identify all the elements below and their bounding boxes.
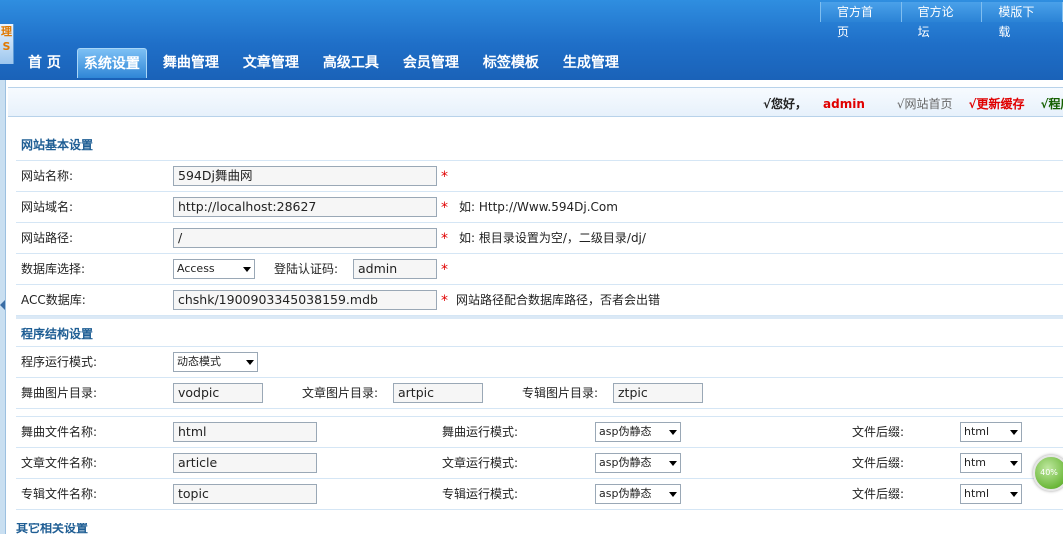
run-mode-label: 程序运行模式: bbox=[21, 355, 98, 369]
file-ext-label: 文件后缀: bbox=[852, 425, 905, 439]
nav-members[interactable]: 会员管理 bbox=[403, 48, 459, 78]
chevron-down-icon bbox=[669, 492, 677, 497]
topic-img-input[interactable]: ztpic bbox=[613, 383, 703, 403]
nav-music[interactable]: 舞曲管理 bbox=[163, 48, 219, 78]
file-name-label: 专辑文件名称: bbox=[21, 487, 98, 501]
file-name-label: 舞曲文件名称: bbox=[21, 425, 98, 439]
required-mark: * bbox=[441, 293, 448, 309]
chevron-down-icon bbox=[669, 430, 677, 435]
file-ext-select[interactable]: htm bbox=[960, 453, 1022, 473]
nav-advanced-tools[interactable]: 高级工具 bbox=[323, 48, 379, 78]
top-link-forum[interactable]: 官方论坛 bbox=[902, 2, 983, 39]
chevron-down-icon bbox=[669, 461, 677, 466]
db-select[interactable]: Access bbox=[173, 259, 255, 279]
row-spacer bbox=[16, 409, 1063, 417]
acc-db-input[interactable]: chshk/1900903345038159.mdb bbox=[173, 290, 437, 310]
row-topic-files: 专辑文件名称: topic 专辑运行模式: asp伪静态 文件后缀: html bbox=[16, 479, 1063, 510]
path-label: 网站路径: bbox=[21, 231, 74, 245]
section-structure-title: 程序结构设置 bbox=[16, 316, 1063, 347]
row-run-mode: 程序运行模式: 动态模式 bbox=[16, 347, 1063, 378]
info-bar: √您好，admin √网站首页 √更新缓存 √程序升级 bbox=[8, 87, 1063, 117]
nav-system-settings[interactable]: 系统设置 bbox=[76, 48, 147, 78]
music-img-label: 舞曲图片目录: bbox=[21, 386, 98, 400]
file-mode-select[interactable]: asp伪静态 bbox=[595, 484, 681, 504]
row-acc-db: ACC数据库: chshk/1900903345038159.mdb * 网站路… bbox=[16, 285, 1063, 316]
required-mark: * bbox=[441, 231, 448, 247]
file-mode-select[interactable]: asp伪静态 bbox=[595, 453, 681, 473]
refresh-cache-link[interactable]: √更新缓存 bbox=[969, 95, 1025, 112]
login-code-label: 登陆认证码: bbox=[274, 262, 339, 276]
file-name-input[interactable]: article bbox=[173, 453, 317, 473]
topic-img-label: 专辑图片目录: bbox=[522, 386, 599, 400]
site-home-link[interactable]: √网站首页 bbox=[897, 95, 953, 112]
required-mark: * bbox=[441, 169, 448, 185]
row-music-files: 舞曲文件名称: html 舞曲运行模式: asp伪静态 文件后缀: html bbox=[16, 417, 1063, 448]
progress-badge: 40% bbox=[1033, 455, 1063, 491]
top-link-templates[interactable]: 模版下载 bbox=[982, 2, 1063, 39]
file-name-input[interactable]: html bbox=[173, 422, 317, 442]
acc-label: ACC数据库: bbox=[21, 293, 86, 307]
row-site-name: 网站名称: 594Dj舞曲网 * bbox=[16, 161, 1063, 192]
site-name-label: 网站名称: bbox=[21, 169, 74, 183]
login-code-input[interactable]: admin bbox=[353, 259, 437, 279]
row-database: 数据库选择: Access 登陆认证码: admin * bbox=[16, 254, 1063, 285]
top-links: 官方首页 官方论坛 模版下载 bbox=[820, 2, 1063, 39]
article-img-label: 文章图片目录: bbox=[302, 386, 379, 400]
row-image-dirs: 舞曲图片目录: vodpic 文章图片目录: artpic 专辑图片目录: zt… bbox=[16, 378, 1063, 409]
chevron-down-icon bbox=[246, 360, 254, 365]
file-ext-label: 文件后缀: bbox=[852, 456, 905, 470]
logo: 理S bbox=[0, 24, 14, 64]
file-name-label: 文章文件名称: bbox=[21, 456, 98, 470]
article-img-input[interactable]: artpic bbox=[393, 383, 483, 403]
domain-label: 网站域名: bbox=[21, 200, 74, 214]
chevron-down-icon bbox=[1010, 430, 1018, 435]
section-other-title: 其它相关设置 bbox=[16, 523, 89, 534]
row-domain: 网站域名: http://localhost:28627 * 如: Http:/… bbox=[16, 192, 1063, 223]
file-ext-select[interactable]: html bbox=[960, 422, 1022, 442]
domain-input[interactable]: http://localhost:28627 bbox=[173, 197, 437, 217]
nav-tag-templates[interactable]: 标签模板 bbox=[483, 48, 539, 78]
username: admin bbox=[823, 97, 865, 111]
path-hint: 如: 根目录设置为空/，二级目录/dj/ bbox=[459, 231, 646, 245]
chevron-down-icon bbox=[1010, 461, 1018, 466]
file-ext-select[interactable]: html bbox=[960, 484, 1022, 504]
upgrade-link[interactable]: √程序升级 bbox=[1041, 95, 1063, 112]
path-input[interactable]: / bbox=[173, 228, 437, 248]
file-mode-label: 文章运行模式: bbox=[442, 456, 519, 470]
site-name-input[interactable]: 594Dj舞曲网 bbox=[173, 166, 437, 186]
required-mark: * bbox=[441, 262, 448, 278]
file-mode-select[interactable]: asp伪静态 bbox=[595, 422, 681, 442]
main-nav: 首 页 系统设置 舞曲管理 文章管理 高级工具 会员管理 标签模板 生成管理 bbox=[28, 48, 643, 78]
domain-hint: 如: Http://Www.594Dj.Com bbox=[459, 200, 618, 214]
file-ext-label: 文件后缀: bbox=[852, 487, 905, 501]
nav-home[interactable]: 首 页 bbox=[28, 48, 61, 78]
nav-articles[interactable]: 文章管理 bbox=[243, 48, 299, 78]
db-label: 数据库选择: bbox=[21, 262, 86, 276]
file-mode-label: 舞曲运行模式: bbox=[442, 425, 519, 439]
file-mode-label: 专辑运行模式: bbox=[442, 487, 519, 501]
row-path: 网站路径: / * 如: 根目录设置为空/，二级目录/dj/ bbox=[16, 223, 1063, 254]
nav-generate[interactable]: 生成管理 bbox=[563, 48, 619, 78]
file-name-input[interactable]: topic bbox=[173, 484, 317, 504]
run-mode-select[interactable]: 动态模式 bbox=[173, 352, 258, 372]
chevron-down-icon bbox=[243, 267, 251, 272]
required-mark: * bbox=[441, 200, 448, 216]
collapse-arrow-icon[interactable] bbox=[0, 300, 5, 310]
section-basic-title: 网站基本设置 bbox=[16, 130, 1063, 161]
greeting: √您好， admin bbox=[763, 97, 865, 111]
acc-hint: 网站路径配合数据库路径，否者会出错 bbox=[456, 293, 661, 307]
row-article-files: 文章文件名称: article 文章运行模式: asp伪静态 文件后缀: htm bbox=[16, 448, 1063, 479]
music-img-input[interactable]: vodpic bbox=[173, 383, 263, 403]
chevron-down-icon bbox=[1010, 492, 1018, 497]
settings-form: 网站基本设置 网站名称: 594Dj舞曲网 * 网站域名: http://loc… bbox=[16, 130, 1063, 510]
top-link-home[interactable]: 官方首页 bbox=[821, 2, 902, 39]
header: 理S 官方首页 官方论坛 模版下载 首 页 系统设置 舞曲管理 文章管理 高级工… bbox=[0, 0, 1063, 80]
